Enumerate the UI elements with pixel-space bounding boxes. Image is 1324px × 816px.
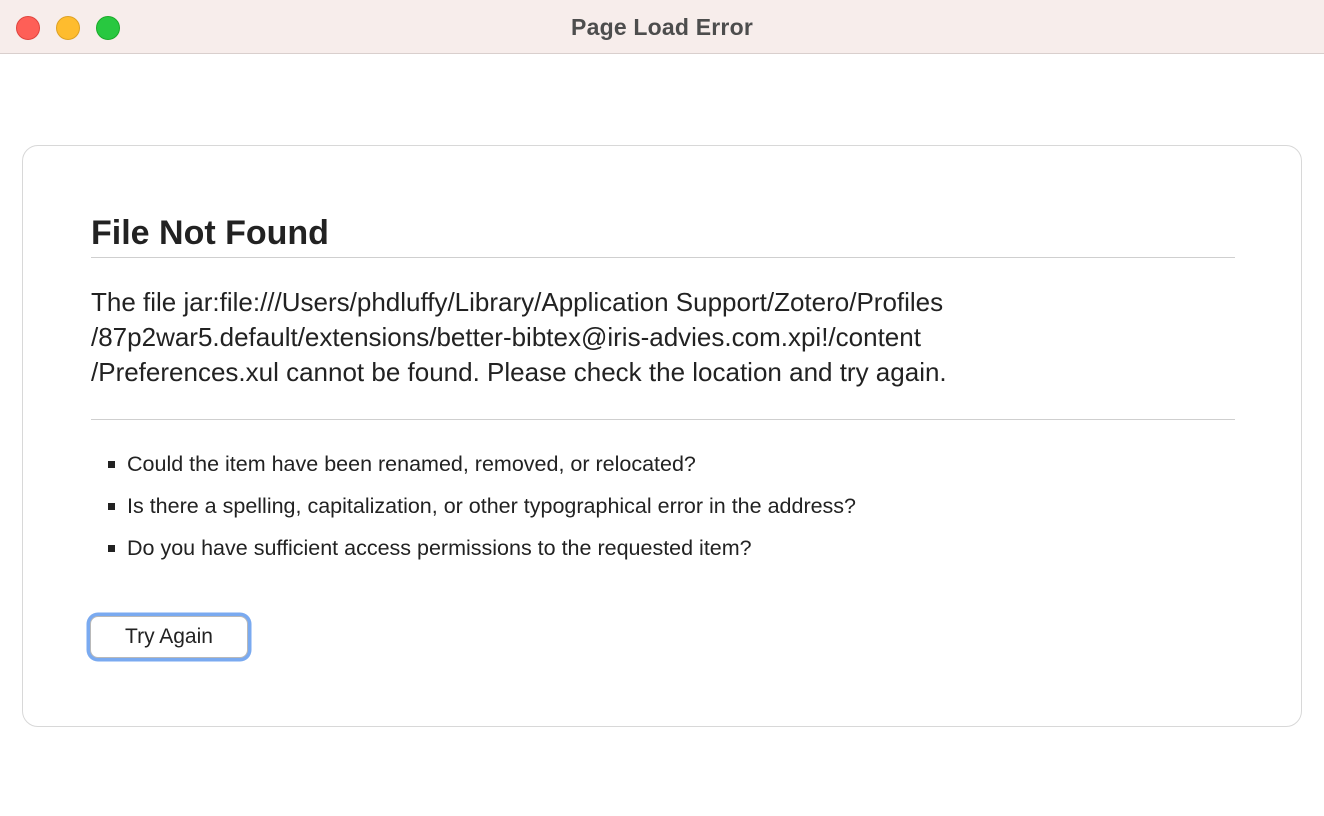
bullet-icon: [108, 503, 115, 510]
suggestion-item: Do you have sufficient access permission…: [91, 533, 1235, 575]
error-window: Page Load Error File Not Found The file …: [0, 0, 1324, 816]
error-title: File Not Found: [91, 214, 1235, 258]
error-description-line: /87p2war5.default/extensions/better-bibt…: [91, 322, 921, 352]
bullet-icon: [108, 461, 115, 468]
window-title: Page Load Error: [571, 14, 753, 40]
title-bar: Page Load Error: [0, 0, 1324, 54]
error-card: File Not Found The file jar:file:///User…: [22, 145, 1302, 727]
error-description-line: The file jar:file:///Users/phdluffy/Libr…: [91, 287, 944, 317]
error-description: The file jar:file:///Users/phdluffy/Libr…: [91, 285, 1235, 390]
suggestion-list: Could the item have been renamed, remove…: [91, 449, 1235, 575]
divider: [91, 419, 1235, 420]
suggestion-item: Could the item have been renamed, remove…: [91, 449, 1235, 491]
suggestion-text: Could the item have been renamed, remove…: [127, 452, 696, 476]
suggestion-item: Is there a spelling, capitalization, or …: [91, 491, 1235, 533]
error-description-line: /Preferences.xul cannot be found. Please…: [91, 357, 947, 387]
suggestion-text: Is there a spelling, capitalization, or …: [127, 494, 857, 518]
suggestion-text: Do you have sufficient access permission…: [127, 536, 752, 560]
bullet-icon: [108, 545, 115, 552]
try-again-button[interactable]: Try Again: [90, 616, 248, 658]
